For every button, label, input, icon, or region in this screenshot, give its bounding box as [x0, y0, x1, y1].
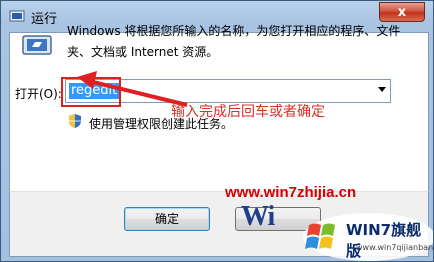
window-title: 运行 [31, 12, 58, 27]
run-dialog-window: 运行 x Windows 将根据您所输入的名称，为您打开相应的程序、文件夹、文档… [0, 0, 434, 262]
watermark-url: www.win7zhijia.cn [225, 184, 357, 201]
run-description: Windows 将根据您所输入的名称，为您打开相应的程序、文件夹、文档或 Int… [67, 24, 401, 59]
watermark-brand-url: www.win7qijianban.com [356, 243, 434, 252]
ok-button[interactable]: 确定 [124, 207, 210, 231]
run-icon [22, 35, 52, 55]
watermark-wi-text: Wi [241, 201, 275, 232]
dropdown-arrow-icon[interactable] [378, 87, 386, 92]
uac-shield-icon [69, 114, 81, 128]
watermark-brand-title: WIN7旗舰版 [346, 221, 422, 260]
close-button[interactable]: x [379, 2, 425, 22]
open-label: 打开(O): [15, 87, 62, 101]
run-app-icon [9, 10, 25, 22]
admin-privilege-text: 使用管理权限创建此任务。 [89, 117, 234, 131]
